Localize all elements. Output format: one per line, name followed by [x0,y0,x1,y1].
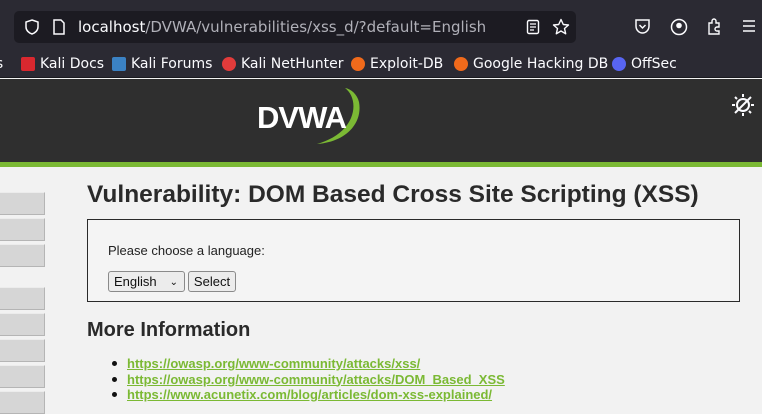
bookmark-label: Kali Forums [131,56,213,72]
sidebar-menu-item[interactable] [0,313,45,336]
sidebar-menu-item[interactable] [0,218,45,241]
offsec-icon [612,57,626,71]
selected-language: English [114,274,157,289]
bookmark-star-icon[interactable] [551,17,571,37]
bookmark-label: ls [0,56,3,72]
bookmark-label: Kali Docs [40,56,105,72]
google-hacking-db-icon [454,57,468,71]
language-prompt: Please choose a language: [108,243,265,258]
url-host: localhost [78,18,146,36]
bookmark-google-hacking-db[interactable]: Google Hacking DB [454,54,608,74]
sidebar-menu-item[interactable] [0,339,45,362]
bookmark-label: OffSec [631,56,677,72]
kali-docs-icon [21,57,35,71]
extensions-icon[interactable] [705,17,723,35]
bookmark-label: Exploit-DB [370,56,444,72]
reader-view-icon[interactable] [524,18,542,36]
more-info-heading: More Information [87,319,251,341]
language-form: Please choose a language: English ⌄ Sele… [87,219,740,302]
page-title: Vulnerability: DOM Based Cross Site Scri… [87,181,699,208]
shield-icon[interactable] [23,18,41,36]
kali-forums-icon [112,57,126,71]
logo-text: DVWA [257,100,347,135]
sidebar-menu-item[interactable] [0,287,45,310]
bookmark-item[interactable]: ls [0,54,3,74]
bookmark-label: Kali NetHunter [241,56,344,72]
header-accent-bar [0,162,762,167]
language-select[interactable]: English ⌄ [108,271,185,292]
url-text[interactable]: localhost/DVWA/vulnerabilities/xss_d/?de… [78,18,486,36]
bookmark-kali-nethunter[interactable]: Kali NetHunter [222,54,343,74]
reference-link[interactable]: https://owasp.org/www-community/attacks/… [127,356,420,371]
dvwa-logo: DVWA [253,86,365,150]
select-button[interactable]: Select [188,271,236,292]
sidebar-menu-item[interactable] [0,365,45,388]
bookmark-offsec[interactable]: OffSec [612,54,677,74]
account-icon[interactable] [669,17,689,37]
exploit-db-icon [351,57,365,71]
page-icon [50,18,68,36]
bookmark-kali-forums[interactable]: Kali Forums [112,54,212,74]
sidebar-menu-item[interactable] [0,244,45,267]
url-path: /DVWA/vulnerabilities/xss_d/?default=Eng… [145,18,487,36]
page-header [0,79,762,162]
reference-link[interactable]: https://owasp.org/www-community/attacks/… [127,372,505,387]
bookmark-kali-docs[interactable]: Kali Docs [21,54,104,74]
pocket-icon[interactable] [633,17,651,35]
chevron-down-icon: ⌄ [169,277,178,288]
reference-link[interactable]: https://www.acunetix.com/blog/articles/d… [127,387,492,402]
sidebar-menu-item[interactable] [0,391,45,414]
menu-icon[interactable] [741,18,757,34]
theme-toggle-icon[interactable] [730,92,756,118]
bookmark-label: Google Hacking DB [473,56,609,72]
address-bar[interactable]: localhost/DVWA/vulnerabilities/xss_d/?de… [14,11,576,43]
kali-nethunter-icon [222,57,236,71]
bookmark-exploit-db[interactable]: Exploit-DB [351,54,443,74]
browser-toolbar: localhost/DVWA/vulnerabilities/xss_d/?de… [0,0,762,50]
bookmarks-bar: ls Kali Docs Kali Forums Kali NetHunter … [0,50,762,78]
sidebar-menu-item[interactable] [0,192,45,215]
